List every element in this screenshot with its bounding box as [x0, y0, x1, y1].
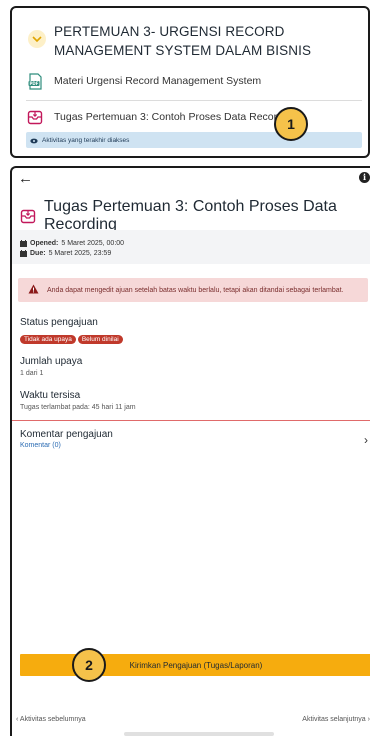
submission-status: Status pengajuan Tidak ada upaya Belum di…	[20, 317, 360, 346]
time-remaining: Waktu tersisa Tugas terlambat pada: 45 h…	[20, 390, 360, 411]
divider	[26, 100, 362, 101]
previous-activity-label: Aktivitas sebelumnya	[19, 716, 86, 723]
alert-text: Anda dapat mengedit ajuan setelah batas …	[47, 286, 344, 294]
activity-label: Tugas Pertemuan 3: Contoh Proses Data Re…	[54, 111, 297, 123]
status-badge: Tidak ada upaya	[20, 335, 76, 344]
next-activity-link[interactable]: Aktivitas selanjutnya ›	[302, 716, 370, 723]
section-header[interactable]: PERTEMUAN 3- URGENSI RECORD MANAGEMENT S…	[28, 22, 358, 60]
top-bar: ← i	[12, 168, 370, 192]
warning-icon	[28, 281, 39, 299]
late-warning-alert: Anda dapat mengedit ajuan setelah batas …	[18, 278, 368, 302]
opened-label: Opened:	[30, 239, 59, 247]
recent-activity-badge: Aktivitas yang terakhir diakses	[26, 132, 362, 148]
calendar-icon	[20, 249, 27, 257]
activity-navigation: ‹ Aktivitas sebelumnya Aktivitas selanju…	[12, 714, 370, 728]
recent-label: Aktivitas yang terakhir diakses	[42, 136, 130, 144]
submission-comments[interactable]: Komentar pengajuan Komentar (0) ›	[20, 429, 370, 457]
chevron-left-icon: ‹	[16, 716, 19, 723]
calendar-icon	[20, 239, 27, 247]
attempts-value: 1 dari 1	[20, 370, 44, 377]
due-value: 5 Maret 2025, 23:59	[48, 249, 112, 257]
activity-materi[interactable]: PDF Materi Urgensi Record Management Sys…	[26, 72, 356, 90]
attempts-title: Jumlah upaya	[20, 356, 83, 367]
dates-box: Opened: 5 Maret 2025, 00:00 Due: 5 Maret…	[12, 230, 370, 264]
chevron-down-icon[interactable]	[28, 30, 46, 48]
chevron-right-icon[interactable]: ›	[364, 433, 368, 447]
callout-badge: 2	[72, 648, 106, 682]
divider	[12, 420, 370, 421]
attempts: Jumlah upaya 1 dari 1	[20, 356, 360, 377]
due-label: Due:	[30, 249, 46, 257]
course-section-panel: PERTEMUAN 3- URGENSI RECORD MANAGEMENT S…	[10, 6, 370, 158]
comments-link[interactable]: Komentar (0)	[20, 442, 370, 449]
section-title: PERTEMUAN 3- URGENSI RECORD MANAGEMENT S…	[54, 24, 312, 58]
eye-icon	[30, 131, 38, 149]
due-row: Due: 5 Maret 2025, 23:59	[20, 248, 364, 258]
comments-title: Komentar pengajuan	[20, 429, 113, 440]
pdf-icon: PDF	[26, 72, 44, 90]
assignment-icon	[20, 207, 36, 225]
activity-label: Materi Urgensi Record Management System	[54, 75, 262, 87]
status-badge: Belum dinilai	[77, 335, 123, 344]
back-arrow-icon[interactable]: ←	[18, 170, 33, 188]
page-header: Tugas Pertemuan 3: Contoh Proses Data Re…	[20, 198, 370, 234]
next-activity-label: Aktivitas selanjutnya	[302, 716, 366, 723]
previous-activity-link[interactable]: ‹ Aktivitas sebelumnya	[16, 716, 86, 723]
assignment-panel: ← i Tugas Pertemuan 3: Contoh Proses Dat…	[10, 166, 370, 736]
opened-value: 5 Maret 2025, 00:00	[61, 239, 125, 247]
svg-text:PDF: PDF	[29, 81, 38, 86]
page-title: Tugas Pertemuan 3: Contoh Proses Data Re…	[44, 198, 337, 233]
home-indicator	[124, 732, 274, 736]
callout-badge: 1	[274, 107, 308, 141]
time-title: Waktu tersisa	[20, 390, 81, 401]
status-title: Status pengajuan	[20, 317, 98, 328]
opened-row: Opened: 5 Maret 2025, 00:00	[20, 238, 364, 248]
assignment-icon	[26, 108, 44, 126]
time-value: Tugas terlambat pada: 45 hari 11 jam	[20, 404, 136, 411]
info-icon[interactable]: i	[359, 172, 370, 183]
